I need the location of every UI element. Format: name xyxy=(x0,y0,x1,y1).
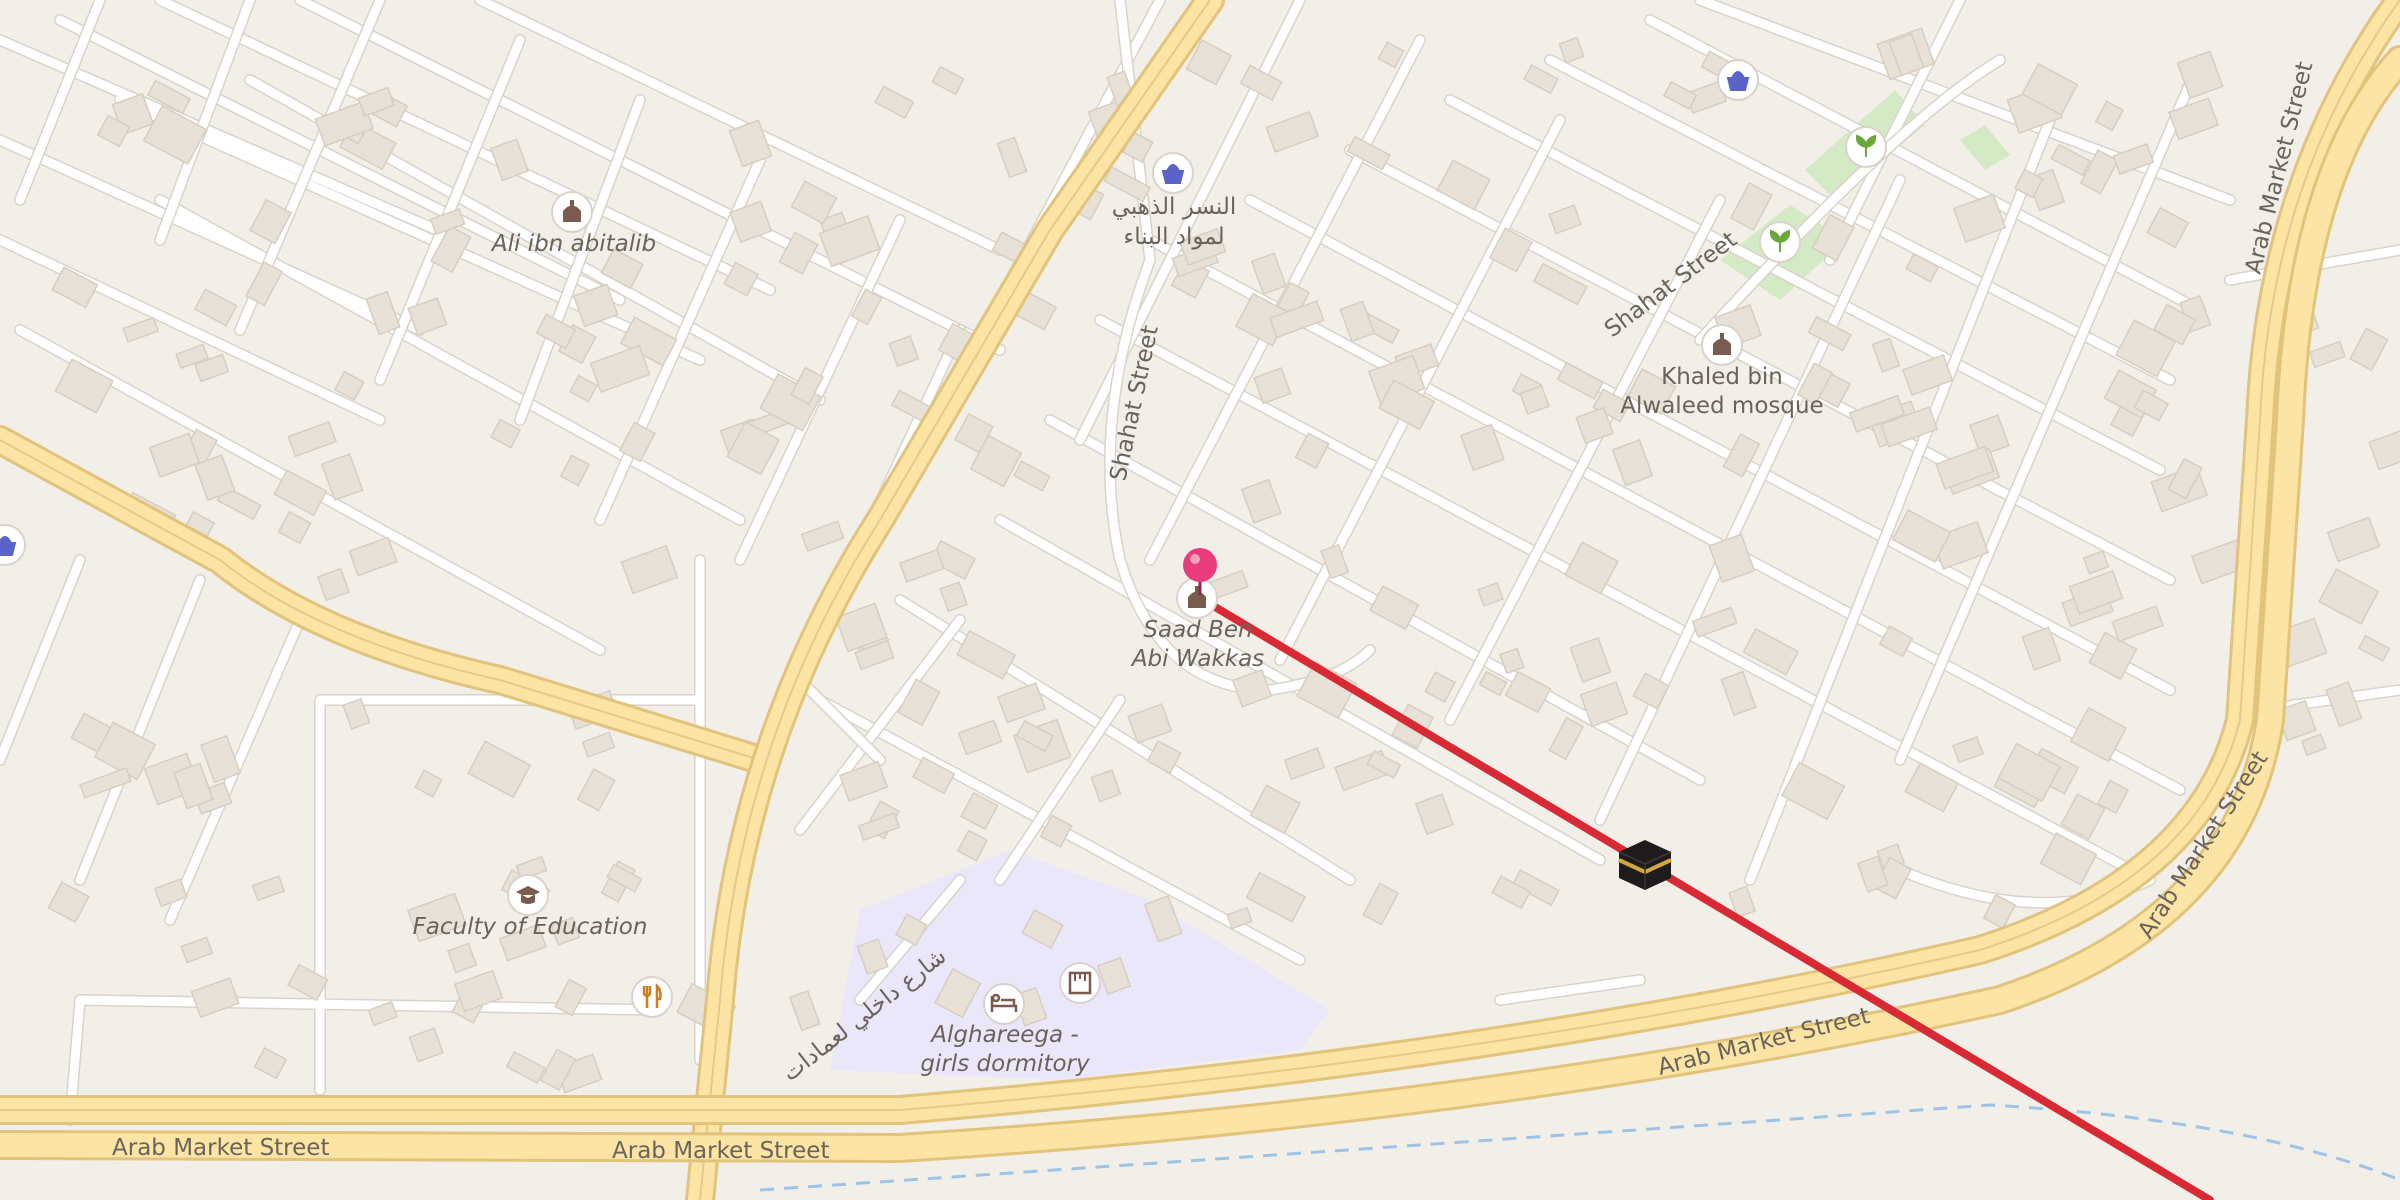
poi-label-ali-ibn-abitalib: Ali ibn abitalib xyxy=(490,231,656,257)
graduation-cap-icon[interactable] xyxy=(507,874,549,916)
poi-label-saad-line1: Saad Ben xyxy=(1143,617,1252,643)
mosque-icon[interactable] xyxy=(1701,324,1743,366)
ruler-icon[interactable] xyxy=(1059,962,1101,1004)
street-label-arab-market-street: Arab Market Street xyxy=(612,1138,829,1164)
poi-label-arabic-shop-line2: لمواد البناء xyxy=(1123,224,1224,250)
park-icon[interactable] xyxy=(1759,221,1801,263)
map-canvas[interactable]: Ali ibn abitalib النسر الذهبي لمواد البن… xyxy=(0,0,2400,1200)
shopping-basket-icon[interactable] xyxy=(1717,59,1759,101)
bed-icon[interactable] xyxy=(983,983,1025,1025)
poi-label-khaled-line1: Khaled bin xyxy=(1661,364,1783,390)
poi-label-faculty-education: Faculty of Education xyxy=(413,914,648,940)
mosque-icon[interactable] xyxy=(1176,577,1218,619)
poi-label-saad-line2: Abi Wakkas xyxy=(1130,646,1264,672)
mosque-icon[interactable] xyxy=(551,191,593,233)
park-icon[interactable] xyxy=(1845,126,1887,168)
poi-label-alghareega-line1: Alghareega - xyxy=(929,1022,1078,1048)
poi-label-khaled-line2: Alwaleed mosque xyxy=(1620,393,1823,419)
fork-knife-icon[interactable] xyxy=(631,976,673,1018)
poi-label-arabic-shop-line1: النسر الذهبي xyxy=(1112,194,1237,220)
shopping-basket-icon[interactable] xyxy=(1152,152,1194,194)
poi-label-alghareega-line2: girls dormitory xyxy=(920,1051,1090,1077)
street-label-arab-market-street: Arab Market Street xyxy=(112,1135,329,1161)
